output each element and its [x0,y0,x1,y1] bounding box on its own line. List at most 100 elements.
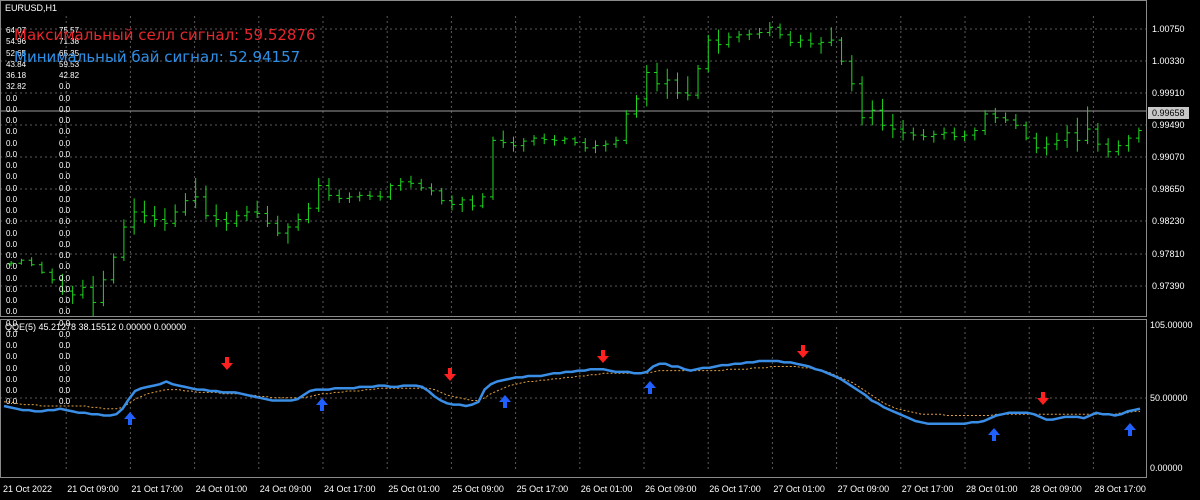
time-tick-label: 24 Oct 09:00 [259,484,312,494]
stats-cell: 0.0 [6,194,18,204]
stats-cell: 0.0 [6,273,18,283]
price-tick-label: 0.99910 [1152,88,1185,98]
stats-cell: 0.0 [59,363,71,373]
stats-cell: 0.0 [6,172,18,182]
price-bar [1125,135,1132,152]
price-bar [223,211,230,231]
price-bars [8,22,1142,316]
time-tick-label: 26 Oct 01:00 [580,484,633,494]
time-tick-label: 27 Oct 17:00 [901,484,954,494]
sell-arrow [221,357,233,370]
price-bar [756,28,763,39]
stats-row: 0.0 0.0 [6,240,76,251]
stats-cell: 0.0 [6,127,18,137]
price-bar [500,130,507,148]
price-bar [377,190,384,201]
time-tick-label: 28 Oct 09:00 [1030,484,1082,494]
price-bar [828,27,835,47]
stats-cell: 0.0 [59,341,71,350]
stats-cell: 0.0 [59,307,71,317]
buy-signal-text: Минимальный бай сигнал: 52.94157 [14,48,301,66]
price-bar [336,189,343,203]
sell-arrow [1037,392,1049,405]
indicator-lines [3,359,1141,425]
price-bar [602,140,609,152]
stats-row: 0.0 0.0 [6,262,76,273]
price-tick-label: 0.99490 [1152,120,1185,130]
price-bar [120,219,127,261]
stats-cell: 0.0 [59,374,71,384]
indicator-tick-label: 105.00000 [1150,320,1193,330]
arrow-shape [597,350,609,363]
stats-table: 64.07 75.57 54.96 71.38 52.65 65.35 43.84 59.53… [6,26,79,409]
price-bar [100,270,107,307]
stats-cell: 0.0 [6,307,18,317]
sell-arrow [444,368,456,381]
stats-row: 0.0 0.0 [6,397,76,408]
stats-cell: 0.0 [59,284,71,294]
stats-cell: 0.0 [6,206,18,215]
stats-cell: 0.0 [6,149,18,159]
price-bar [110,253,117,284]
price-bar [807,32,814,48]
price-tick-label: 0.97810 [1152,249,1185,259]
stats-row: 0.0 0.0 [6,105,76,116]
price-bar [366,190,373,200]
price-bar [848,55,855,92]
price-bar [1115,140,1122,156]
stats-cell: 0.0 [59,127,71,137]
stats-row: 0.0 0.0 [6,341,76,352]
price-bar [961,130,968,142]
stats-row: 0.0 0.0 [6,116,76,127]
stats-cell: 0.0 [6,284,18,294]
stats-row: 0.0 0.0 [6,195,76,206]
time-tick-label: 21 Oct 09:00 [67,484,119,494]
stats-cell: 0.0 [59,239,71,249]
price-bar [1002,112,1009,124]
buy-arrow [1124,423,1136,436]
stats-row: 0.0 0.0 [6,296,76,307]
price-bar [284,223,291,244]
sell-signal-text: Максимальный селл сигнал: 59.52876 [14,26,316,44]
price-bar [787,31,794,47]
stats-cell: 0.0 [6,93,18,103]
price-bar [623,110,630,145]
price-bar [254,200,261,218]
price-bar [182,193,189,216]
price-bar [520,138,527,152]
stats-cell: 0.0 [59,82,71,92]
stats-cell: 0.0 [59,228,71,238]
price-bar [315,178,322,212]
time-tick-label: 26 Oct 17:00 [709,484,761,494]
price-bar [1064,125,1071,148]
stats-cell: 0.0 [6,352,18,362]
price-bar [561,136,568,145]
price-tick-label: 0.99070 [1152,152,1185,162]
price-bar [725,32,732,48]
price-bar [930,130,937,143]
price-tick-label: 1.00330 [1152,56,1185,66]
price-bar [428,183,435,196]
price-bar [510,136,517,152]
price-bar [274,215,281,237]
stats-row: 0.0 0.0 [6,94,76,105]
price-bar [438,187,445,205]
stats-row: 0.0 0.0 [6,375,76,386]
price-bar [910,127,917,141]
price-bar [859,76,866,126]
price-bar [920,129,927,141]
chart-canvas[interactable] [0,0,1200,500]
time-tick-label: 28 Oct 17:00 [1094,484,1146,494]
stats-cell: 0.0 [59,149,71,159]
time-tick-label: 21 Oct 2022 [3,484,53,494]
price-bar [633,95,640,118]
stats-cell: 0.0 [59,183,71,193]
price-bar [889,113,896,139]
stats-cell: 0.0 [59,104,71,114]
price-bar [746,29,753,41]
price-bar [797,34,804,48]
stats-cell: 0.0 [59,206,71,215]
stats-cell: 0.0 [59,329,71,339]
price-bar [674,72,681,99]
stats-row: 0.0 0.0 [6,206,76,217]
